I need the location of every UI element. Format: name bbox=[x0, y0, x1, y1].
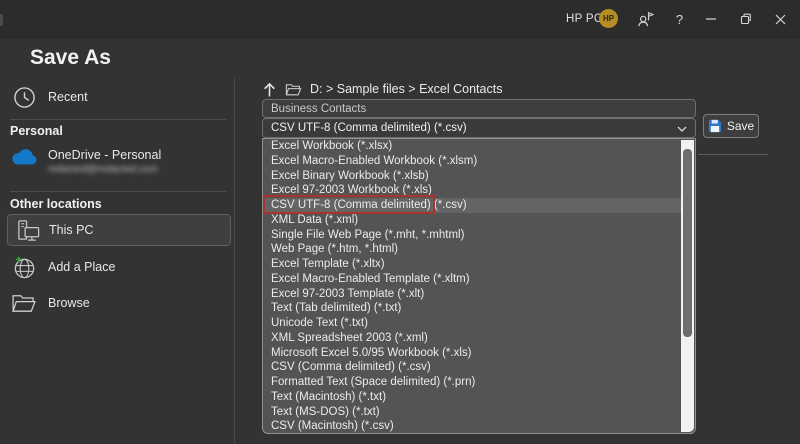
onedrive-cloud-icon bbox=[0, 148, 48, 166]
sidebar-item-label: This PC bbox=[49, 223, 93, 237]
format-option-xlsm[interactable]: Excel Macro-Enabled Workbook (*.xlsm) bbox=[263, 154, 681, 169]
format-option-csv[interactable]: CSV (Comma delimited) (*.csv) bbox=[263, 360, 681, 375]
format-option-txt-tab[interactable]: Text (Tab delimited) (*.txt) bbox=[263, 301, 681, 316]
format-option-xml-data[interactable]: XML Data (*.xml) bbox=[263, 213, 681, 228]
onedrive-email-redacted: redacted@redacted.com bbox=[48, 164, 161, 175]
file-type-selected-value: CSV UTF-8 (Comma delimited) (*.csv) bbox=[271, 122, 467, 134]
close-icon[interactable] bbox=[771, 10, 790, 28]
minimize-icon[interactable] bbox=[701, 10, 720, 28]
save-button-label: Save bbox=[727, 119, 754, 133]
file-type-options: Excel Workbook (*.xlsx) Excel Macro-Enab… bbox=[263, 139, 681, 434]
section-divider bbox=[10, 119, 226, 120]
save-icon bbox=[708, 119, 722, 133]
format-option-xlt[interactable]: Excel 97-2003 Template (*.xlt) bbox=[263, 287, 681, 302]
format-option-prn[interactable]: Formatted Text (Space delimited) (*.prn) bbox=[263, 375, 681, 390]
clipped-icon-fragment bbox=[0, 14, 3, 26]
format-option-xltx[interactable]: Excel Template (*.xltx) bbox=[263, 257, 681, 272]
account-avatar[interactable]: HP bbox=[599, 9, 618, 28]
chevron-down-icon bbox=[677, 126, 687, 132]
title-bar: HP PC HP ? bbox=[0, 0, 800, 38]
breadcrumb[interactable]: D: > Sample files > Excel Contacts bbox=[310, 82, 502, 96]
browse-folder-icon bbox=[0, 293, 48, 313]
format-option-xlsb[interactable]: Excel Binary Workbook (*.xlsb) bbox=[263, 169, 681, 184]
this-pc-icon bbox=[8, 218, 49, 243]
format-option-txt-mac[interactable]: Text (Macintosh) (*.txt) bbox=[263, 390, 681, 405]
sidebar-item-onedrive[interactable]: OneDrive - Personal redacted@redacted.co… bbox=[0, 148, 232, 184]
format-option-csv-utf8[interactable]: CSV UTF-8 (Comma delimited) (*.csv) bbox=[263, 198, 681, 213]
account-name[interactable]: HP PC bbox=[566, 13, 602, 25]
sidebar-item-recent[interactable]: Recent bbox=[0, 82, 232, 112]
add-place-globe-icon bbox=[0, 255, 48, 280]
background-divider bbox=[698, 154, 768, 155]
format-option-xml-2003[interactable]: XML Spreadsheet 2003 (*.xml) bbox=[263, 331, 681, 346]
folder-icon bbox=[285, 83, 302, 96]
sidebar-item-browse[interactable]: Browse bbox=[0, 288, 232, 318]
format-option-txt-msdos[interactable]: Text (MS-DOS) (*.txt) bbox=[263, 405, 681, 420]
sidebar-item-label: Recent bbox=[48, 90, 88, 104]
dropdown-scrollbar-track[interactable] bbox=[681, 140, 694, 432]
format-option-mht[interactable]: Single File Web Page (*.mht, *.mhtml) bbox=[263, 228, 681, 243]
format-option-xls-97-2003[interactable]: Excel 97-2003 Workbook (*.xls) bbox=[263, 183, 681, 198]
save-button[interactable]: Save bbox=[703, 114, 759, 138]
sidebar-item-label: Browse bbox=[48, 296, 90, 310]
coming-soon-icon[interactable] bbox=[635, 10, 654, 28]
file-type-select[interactable]: CSV UTF-8 (Comma delimited) (*.csv) bbox=[262, 118, 696, 138]
file-type-dropdown-list: Excel Workbook (*.xlsx) Excel Macro-Enab… bbox=[262, 138, 696, 434]
page-title: Save As bbox=[30, 46, 111, 70]
up-directory-icon[interactable] bbox=[262, 81, 277, 98]
sidebar-item-label: OneDrive - Personal bbox=[48, 148, 161, 162]
format-option-xlsx[interactable]: Excel Workbook (*.xlsx) bbox=[263, 139, 681, 154]
sidebar-item-this-pc[interactable]: This PC bbox=[7, 214, 231, 246]
section-divider bbox=[10, 191, 226, 192]
other-locations-section-header: Other locations bbox=[10, 197, 102, 211]
clock-icon bbox=[0, 86, 48, 109]
dropdown-scrollbar-thumb[interactable] bbox=[683, 149, 692, 337]
location-bar: D: > Sample files > Excel Contacts bbox=[262, 79, 502, 99]
format-option-csv-mac[interactable]: CSV (Macintosh) (*.csv) bbox=[263, 419, 681, 434]
restore-window-icon[interactable] bbox=[736, 10, 755, 28]
help-icon[interactable]: ? bbox=[670, 10, 689, 28]
personal-section-header: Personal bbox=[10, 124, 63, 138]
sidebar-item-add-a-place[interactable]: Add a Place bbox=[0, 252, 232, 282]
format-option-txt-unicode[interactable]: Unicode Text (*.txt) bbox=[263, 316, 681, 331]
format-option-htm[interactable]: Web Page (*.htm, *.html) bbox=[263, 242, 681, 257]
sidebar-divider bbox=[234, 78, 235, 444]
format-option-xls-5-95[interactable]: Microsoft Excel 5.0/95 Workbook (*.xls) bbox=[263, 346, 681, 361]
sidebar-item-label: Add a Place bbox=[48, 260, 115, 274]
format-option-xltm[interactable]: Excel Macro-Enabled Template (*.xltm) bbox=[263, 272, 681, 287]
filename-input[interactable] bbox=[262, 99, 696, 118]
